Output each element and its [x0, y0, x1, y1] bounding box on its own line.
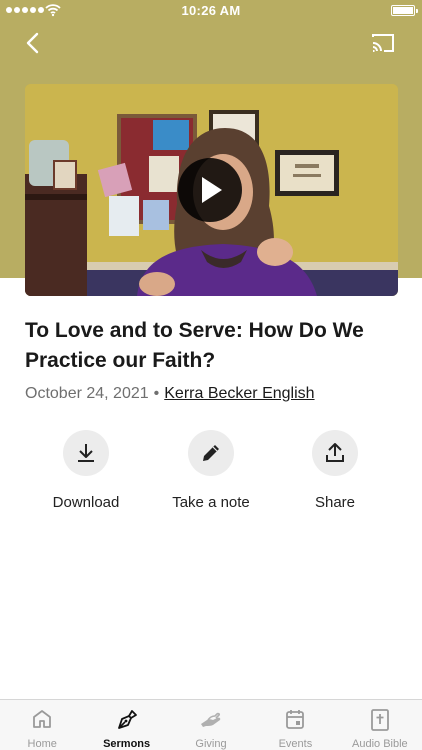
- share-button-circle[interactable]: [312, 430, 358, 476]
- take-a-note-button[interactable]: Take a note: [151, 430, 271, 511]
- tab-audio-bible-label: Audio Bible: [352, 738, 408, 750]
- speaker-link[interactable]: Kerra Becker English: [164, 385, 314, 402]
- tab-events[interactable]: Events: [253, 700, 337, 750]
- sermon-date: October 24, 2021: [25, 385, 149, 402]
- battery-icon: [391, 5, 418, 16]
- take-a-note-label: Take a note: [172, 494, 250, 511]
- cast-icon: [372, 34, 394, 52]
- pencil-icon: [203, 445, 219, 461]
- tab-home[interactable]: Home: [0, 700, 84, 750]
- giving-hand-icon: [201, 712, 221, 727]
- sermon-title: To Love and to Serve: How Do We Practice…: [25, 319, 364, 372]
- share-label: Share: [314, 494, 356, 511]
- chevron-left-icon: [26, 32, 39, 54]
- share-button[interactable]: Share: [275, 430, 395, 511]
- sermon-meta: October 24, 2021 • Kerra Becker English: [25, 385, 315, 403]
- pen-nib-icon: [117, 710, 137, 729]
- tab-bar: Home Sermons Giving Events Audio Bible: [0, 699, 422, 750]
- tab-giving[interactable]: Giving: [169, 700, 253, 750]
- back-button[interactable]: [18, 28, 48, 58]
- status-time: 10:26 AM: [181, 3, 241, 18]
- status-bar: 10:26 AM: [0, 0, 422, 22]
- bible-icon: [370, 709, 389, 731]
- download-label: Download: [52, 494, 120, 511]
- home-icon: [33, 710, 52, 728]
- share-icon: [326, 443, 344, 462]
- tab-giving-label: Giving: [195, 738, 227, 750]
- cast-button[interactable]: [370, 31, 396, 55]
- take-a-note-button-circle[interactable]: [188, 430, 234, 476]
- download-icon: [78, 444, 94, 462]
- tab-events-label: Events: [278, 738, 313, 750]
- download-button-circle[interactable]: [63, 430, 109, 476]
- play-icon: [202, 177, 222, 203]
- meta-separator: •: [153, 385, 160, 402]
- tab-home-label: Home: [27, 738, 57, 750]
- calendar-icon: [286, 710, 305, 729]
- tab-sermons-label: Sermons: [103, 738, 151, 750]
- tab-audio-bible[interactable]: Audio Bible: [338, 700, 422, 750]
- video-player[interactable]: [25, 84, 398, 296]
- tab-sermons[interactable]: Sermons: [84, 700, 168, 750]
- download-button[interactable]: Download: [26, 430, 146, 511]
- play-button[interactable]: [178, 158, 242, 222]
